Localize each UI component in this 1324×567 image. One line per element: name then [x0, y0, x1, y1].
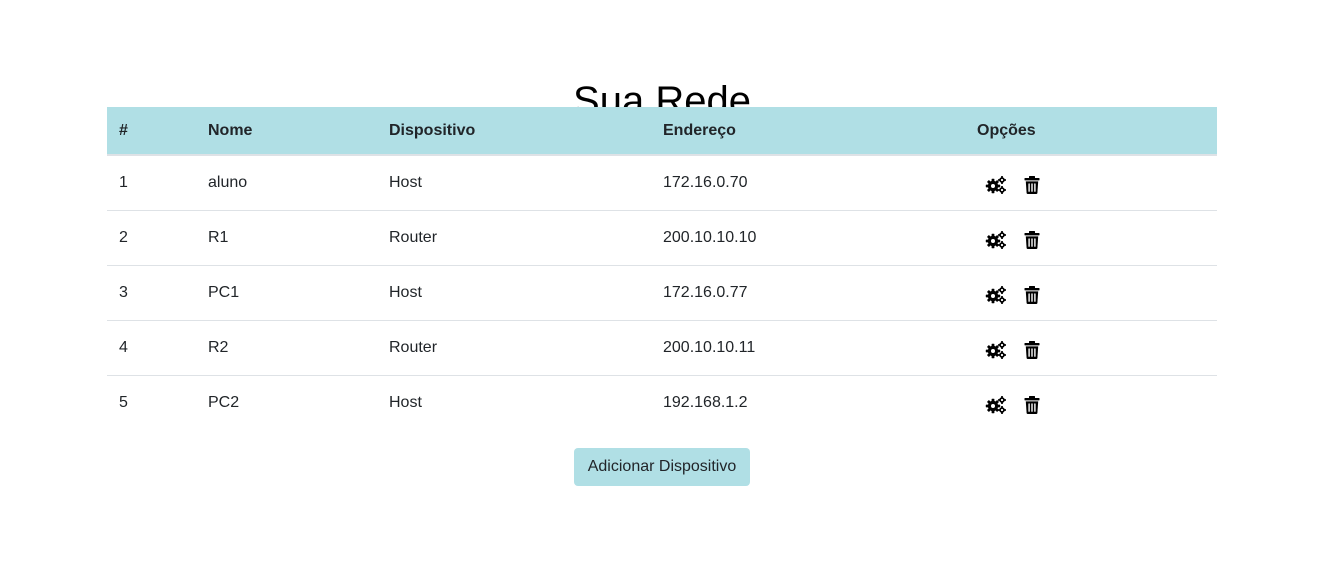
cell-device: Router: [377, 320, 651, 376]
add-device-button[interactable]: Adicionar Dispositivo: [574, 448, 750, 486]
table-row: 3 PC1 Host 172.16.0.77: [107, 265, 1217, 321]
cell-address: 200.10.10.10: [651, 210, 965, 266]
cell-name: R2: [196, 320, 377, 376]
gears-icon[interactable]: [985, 394, 1007, 416]
cell-device: Host: [377, 155, 651, 211]
table-row: 5 PC2 Host 192.168.1.2: [107, 376, 1217, 431]
gears-icon[interactable]: [985, 284, 1007, 306]
trash-icon[interactable]: [1021, 174, 1043, 196]
row-actions: [977, 225, 1205, 251]
cell-address: 192.168.1.2: [663, 394, 748, 411]
column-header-name: Nome: [196, 107, 377, 156]
row-actions: [977, 170, 1205, 196]
row-actions: [977, 335, 1205, 361]
cell-options: [965, 155, 1217, 211]
column-header-number: #: [107, 107, 196, 156]
gears-icon[interactable]: [985, 174, 1007, 196]
cell-name: PC1: [196, 265, 377, 321]
cell-name: aluno: [196, 155, 377, 211]
cell-address: 172.16.0.77: [651, 265, 965, 321]
gears-icon[interactable]: [985, 229, 1007, 251]
cell-options: [965, 320, 1217, 376]
cell-name: R1: [196, 210, 377, 266]
network-table: # Nome Dispositivo Endereço Opções 1 alu…: [107, 107, 1217, 430]
row-actions: [977, 390, 1205, 416]
gears-icon[interactable]: [985, 339, 1007, 361]
cell-device: Router: [377, 210, 651, 266]
page: Sua Rede # Nome Dispositivo Endereço Opç…: [0, 0, 1324, 567]
trash-icon[interactable]: [1021, 284, 1043, 306]
table-row: 4 R2 Router 200.10.10.11: [107, 320, 1217, 376]
cell-number: 3: [107, 265, 196, 321]
trash-icon[interactable]: [1021, 339, 1043, 361]
trash-icon[interactable]: [1021, 229, 1043, 251]
column-header-options: Opções: [965, 107, 1217, 156]
cell-address: 200.10.10.11: [651, 320, 965, 376]
cell-device: Host: [377, 265, 651, 321]
column-header-device: Dispositivo: [377, 107, 651, 156]
cell-device: Host: [389, 394, 422, 411]
cell-number: 1: [107, 155, 196, 211]
cell-name: PC2: [208, 394, 240, 411]
table-row: 1 aluno Host 172.16.0.70: [107, 155, 1217, 211]
cell-options: [965, 265, 1217, 321]
cell-options: [965, 376, 1217, 431]
cell-options: [965, 210, 1217, 266]
cell-address: 172.16.0.70: [651, 155, 965, 211]
cell-number: 5: [119, 394, 128, 411]
trash-icon[interactable]: [1021, 394, 1043, 416]
column-header-address: Endereço: [651, 107, 965, 156]
cell-number: 2: [107, 210, 196, 266]
table-header-row: # Nome Dispositivo Endereço Opções: [107, 107, 1217, 156]
table-row: 2 R1 Router 200.10.10.10: [107, 210, 1217, 266]
row-actions: [977, 280, 1205, 306]
cell-number: 4: [107, 320, 196, 376]
